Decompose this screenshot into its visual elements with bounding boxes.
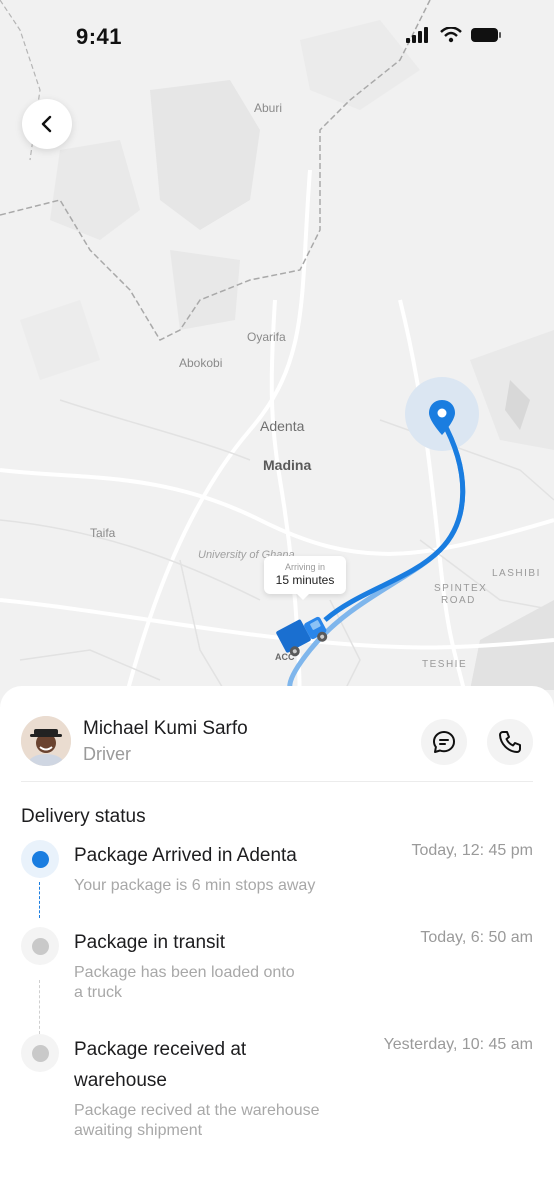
avatar — [21, 716, 71, 766]
map-label-teshie: TESHIE — [422, 659, 468, 670]
step-marker — [21, 1034, 59, 1072]
chat-button[interactable] — [421, 719, 467, 765]
step-description: awaiting shipment — [74, 1122, 203, 1139]
status-time: 9:41 — [76, 24, 123, 49]
eta-value: 15 minutes — [275, 573, 335, 587]
back-icon — [41, 115, 52, 133]
divider — [21, 781, 533, 782]
signal-icon — [406, 27, 428, 43]
battery-icon — [471, 28, 501, 42]
delivery-sheet: Michael Kumi Sarfo Driver Delivery statu… — [0, 686, 554, 1200]
step-time: Today, 6: 50 am — [420, 929, 533, 946]
step-title: Package Arrived in Adenta — [74, 845, 297, 866]
eta-caption: Arriving in — [284, 562, 325, 572]
phone-icon — [499, 731, 521, 753]
map-label-oyarifa: Oyarifa — [247, 330, 286, 344]
map-view[interactable]: 9:41 Aburi Oyarifa Abokobi Adenta Madina… — [0, 0, 554, 720]
map-label-adenta: Adenta — [260, 418, 305, 434]
step-marker — [21, 927, 59, 965]
map-label-taifa: Taifa — [90, 526, 116, 540]
step-time: Today, 12: 45 pm — [411, 842, 533, 859]
map-label-aburi: Aburi — [254, 101, 283, 115]
map-label-spintex: SPINTEX — [434, 583, 488, 594]
delivery-status-title: Delivery status — [21, 806, 146, 827]
step-title: Package received at — [74, 1039, 247, 1060]
chat-icon — [433, 731, 455, 753]
status-bar: 9:41 — [0, 0, 554, 76]
step-description: Package recived at the warehouse — [74, 1102, 320, 1119]
wifi-icon — [440, 27, 462, 43]
step-description: a truck — [74, 984, 123, 1001]
step-time: Yesterday, 10: 45 am — [383, 1036, 533, 1053]
eta-bubble: Arriving in 15 minutes — [264, 556, 346, 600]
step-connector — [39, 980, 40, 1034]
map-label-spintex-road: ROAD — [441, 595, 476, 606]
driver-name: Michael Kumi Sarfo — [83, 718, 248, 739]
step-title: warehouse — [74, 1070, 167, 1091]
status-icons — [406, 27, 502, 43]
step-connector — [39, 882, 40, 918]
step-description: Package has been loaded onto — [74, 964, 295, 981]
map-label-madina: Madina — [263, 457, 312, 473]
back-button[interactable] — [22, 99, 72, 149]
location-pin-icon[interactable] — [427, 399, 457, 437]
step-title: Package in transit — [74, 932, 226, 953]
call-button[interactable] — [487, 719, 533, 765]
driver-role: Driver — [83, 744, 131, 764]
step-description: Your package is 6 min stops away — [74, 877, 316, 894]
truck-icon[interactable] — [272, 600, 338, 660]
map-label-lashibi: LASHIBI — [492, 568, 541, 579]
map-label-abokobi: Abokobi — [179, 356, 223, 370]
step-marker-active — [21, 840, 59, 878]
